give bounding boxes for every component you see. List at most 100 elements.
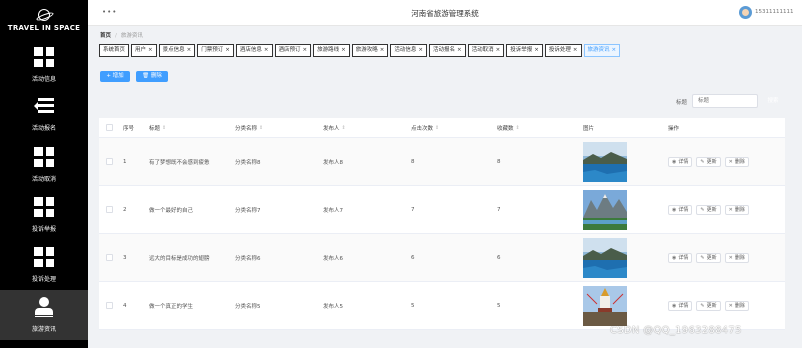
tab-hotel-booking[interactable]: 酒店预订 ×: [274, 44, 312, 57]
username[interactable]: 15311111111: [755, 9, 794, 15]
select-all-checkbox[interactable]: [105, 124, 113, 131]
close-icon[interactable]: ×: [418, 47, 423, 53]
add-button[interactable]: + 增加: [100, 71, 130, 82]
breadcrumb-home[interactable]: 首页: [100, 33, 111, 39]
tab-complaint-report[interactable]: 投诉举报 ×: [506, 44, 543, 57]
thumbnail-image[interactable]: [583, 237, 627, 278]
cell-title: 做一个真正的学生: [149, 303, 194, 310]
detail-button[interactable]: ◉ 详情: [668, 204, 693, 215]
sidebar-item-label: 旅游资讯: [31, 326, 56, 333]
edit-button[interactable]: ✎ 更新: [696, 300, 721, 311]
cell-category: 分类名称6: [235, 255, 261, 262]
cell-favorites: 5: [497, 302, 501, 309]
close-icon[interactable]: ×: [380, 47, 385, 53]
sidebar-item-travel-news[interactable]: 旅游资讯: [0, 290, 88, 340]
tab-hotel-info[interactable]: 酒店信息 ×: [235, 44, 273, 57]
sidebar-item-activity-signup[interactable]: 活动报名: [0, 90, 88, 140]
cell-publisher: 发布人8: [323, 159, 343, 166]
search-button[interactable]: 搜索: [762, 94, 784, 108]
tab-guides[interactable]: 旅游攻略 ×: [351, 44, 389, 57]
cell-category: 分类名称7: [235, 207, 261, 214]
tab-routes[interactable]: 旅游路线 ×: [313, 44, 350, 57]
row-checkbox[interactable]: [105, 302, 113, 309]
cell-clicks: 5: [411, 302, 415, 309]
cell-clicks: 7: [411, 206, 415, 213]
row-delete-button[interactable]: ✕ 删除: [724, 156, 749, 167]
column-header[interactable]: 发布人 ⇕: [319, 118, 407, 137]
close-icon[interactable]: ×: [612, 47, 617, 53]
close-icon[interactable]: ×: [187, 47, 192, 53]
tab-scenic[interactable]: 景点信息 ×: [158, 44, 196, 57]
grid-icon: [34, 47, 54, 67]
sidebar: TRAVEL IN SPACE 活动信息 活动报名 活动取消 投诉举报 投诉处理…: [0, 0, 88, 348]
thumbnail-image[interactable]: [583, 141, 627, 182]
close-icon[interactable]: ×: [457, 47, 462, 53]
sort-icon: ⇕: [435, 124, 440, 131]
column-header[interactable]: 分类名称 ⇕: [231, 118, 319, 137]
cell-publisher: 发布人6: [323, 255, 343, 262]
close-icon[interactable]: ×: [341, 47, 346, 53]
column-header[interactable]: 标题 ⇕: [145, 118, 231, 137]
edit-icon: ✎: [700, 302, 705, 309]
close-icon[interactable]: ×: [496, 47, 501, 53]
tab-users[interactable]: 用户 ×: [131, 44, 157, 57]
sidebar-item-activity-cancel[interactable]: 活动取消: [0, 140, 88, 190]
cell-index: 3: [123, 254, 127, 261]
close-icon[interactable]: ×: [534, 47, 539, 53]
sort-icon: ⇕: [515, 124, 520, 131]
search-label: 标题: [676, 100, 688, 106]
detail-button[interactable]: ◉ 详情: [668, 300, 693, 311]
detail-button[interactable]: ◉ 详情: [668, 156, 693, 167]
system-title: 河南省旅游管理系统: [411, 9, 479, 18]
detail-button[interactable]: ◉ 详情: [668, 252, 693, 263]
sidebar-item-complaint-handle[interactable]: 投诉处理: [0, 240, 88, 290]
avatar[interactable]: [739, 6, 752, 19]
close-icon[interactable]: ×: [303, 47, 308, 53]
search-input[interactable]: [692, 94, 758, 108]
edit-button[interactable]: ✎ 更新: [696, 156, 721, 167]
tab-tickets[interactable]: 门票预订 ×: [197, 44, 234, 57]
thumbnail-image[interactable]: [583, 189, 627, 230]
column-header[interactable]: 收藏数 ⇕: [493, 118, 579, 137]
delete-button[interactable]: 🗑 删除: [136, 71, 168, 82]
row-checkbox[interactable]: [105, 158, 113, 165]
row-delete-button[interactable]: ✕ 删除: [724, 300, 749, 311]
cell-clicks: 8: [411, 158, 415, 165]
sidebar-item-activity-info[interactable]: 活动信息: [0, 40, 88, 90]
thumbnail-image[interactable]: [583, 285, 627, 326]
cell-index: 1: [123, 158, 127, 165]
tab-activity-cancel[interactable]: 活动取消 ×: [467, 44, 505, 57]
row-checkbox[interactable]: [105, 206, 113, 213]
edit-icon: ✎: [700, 158, 705, 165]
table-row: 3 远大的目标是成功的翅膀 分类名称6 发布人6 6 6 ◉ 详情 ✎ 更新 ✕ 删除: [99, 234, 785, 282]
sidebar-item-complaint-report[interactable]: 投诉举报: [0, 190, 88, 240]
row-delete-button[interactable]: ✕ 删除: [724, 204, 749, 215]
close-icon[interactable]: ×: [148, 47, 153, 53]
close-icon[interactable]: ×: [264, 47, 269, 53]
cell-publisher: 发布人7: [323, 207, 343, 214]
close-icon[interactable]: ×: [225, 47, 230, 53]
logo-text: TRAVEL IN SPACE: [7, 23, 81, 32]
sidebar-item-label: 活动报名: [31, 125, 56, 132]
tab-travel-news[interactable]: 旅游资讯 ×: [583, 44, 621, 57]
tab-activity-signup[interactable]: 活动报名 ×: [429, 44, 466, 57]
close-icon: ✕: [728, 158, 733, 165]
edit-button[interactable]: ✎ 更新: [696, 252, 721, 263]
table-row: 2 做一个最好的自己 分类名称7 发布人7 7 7 ◉ 详情 ✎ 更新 ✕ 删除: [99, 186, 785, 234]
row-delete-button[interactable]: ✕ 删除: [724, 252, 749, 263]
row-checkbox[interactable]: [105, 254, 113, 261]
cell-category: 分类名称5: [235, 303, 261, 310]
top-bar: ••• 河南省旅游管理系统 15311111111: [88, 0, 802, 26]
watermark: CSDN @QQ_1963288475: [610, 325, 742, 336]
tab-complaint-handle[interactable]: 投诉处理 ×: [544, 44, 582, 57]
eye-icon: ◉: [672, 302, 677, 309]
eye-icon: ◉: [672, 206, 677, 213]
tab-bar: 系统首页 用户 × 景点信息 × 门票预订 × 酒店信息 × 酒店预订 × 旅游路线 × 旅…: [99, 44, 622, 58]
column-header[interactable]: 点击次数 ⇕: [407, 118, 493, 137]
tab-home[interactable]: 系统首页: [99, 44, 130, 57]
cell-category: 分类名称8: [235, 159, 261, 166]
grid-icon: [34, 197, 54, 217]
edit-button[interactable]: ✎ 更新: [696, 204, 721, 215]
tab-activity-info[interactable]: 活动信息 ×: [390, 44, 428, 57]
close-icon[interactable]: ×: [573, 47, 578, 53]
